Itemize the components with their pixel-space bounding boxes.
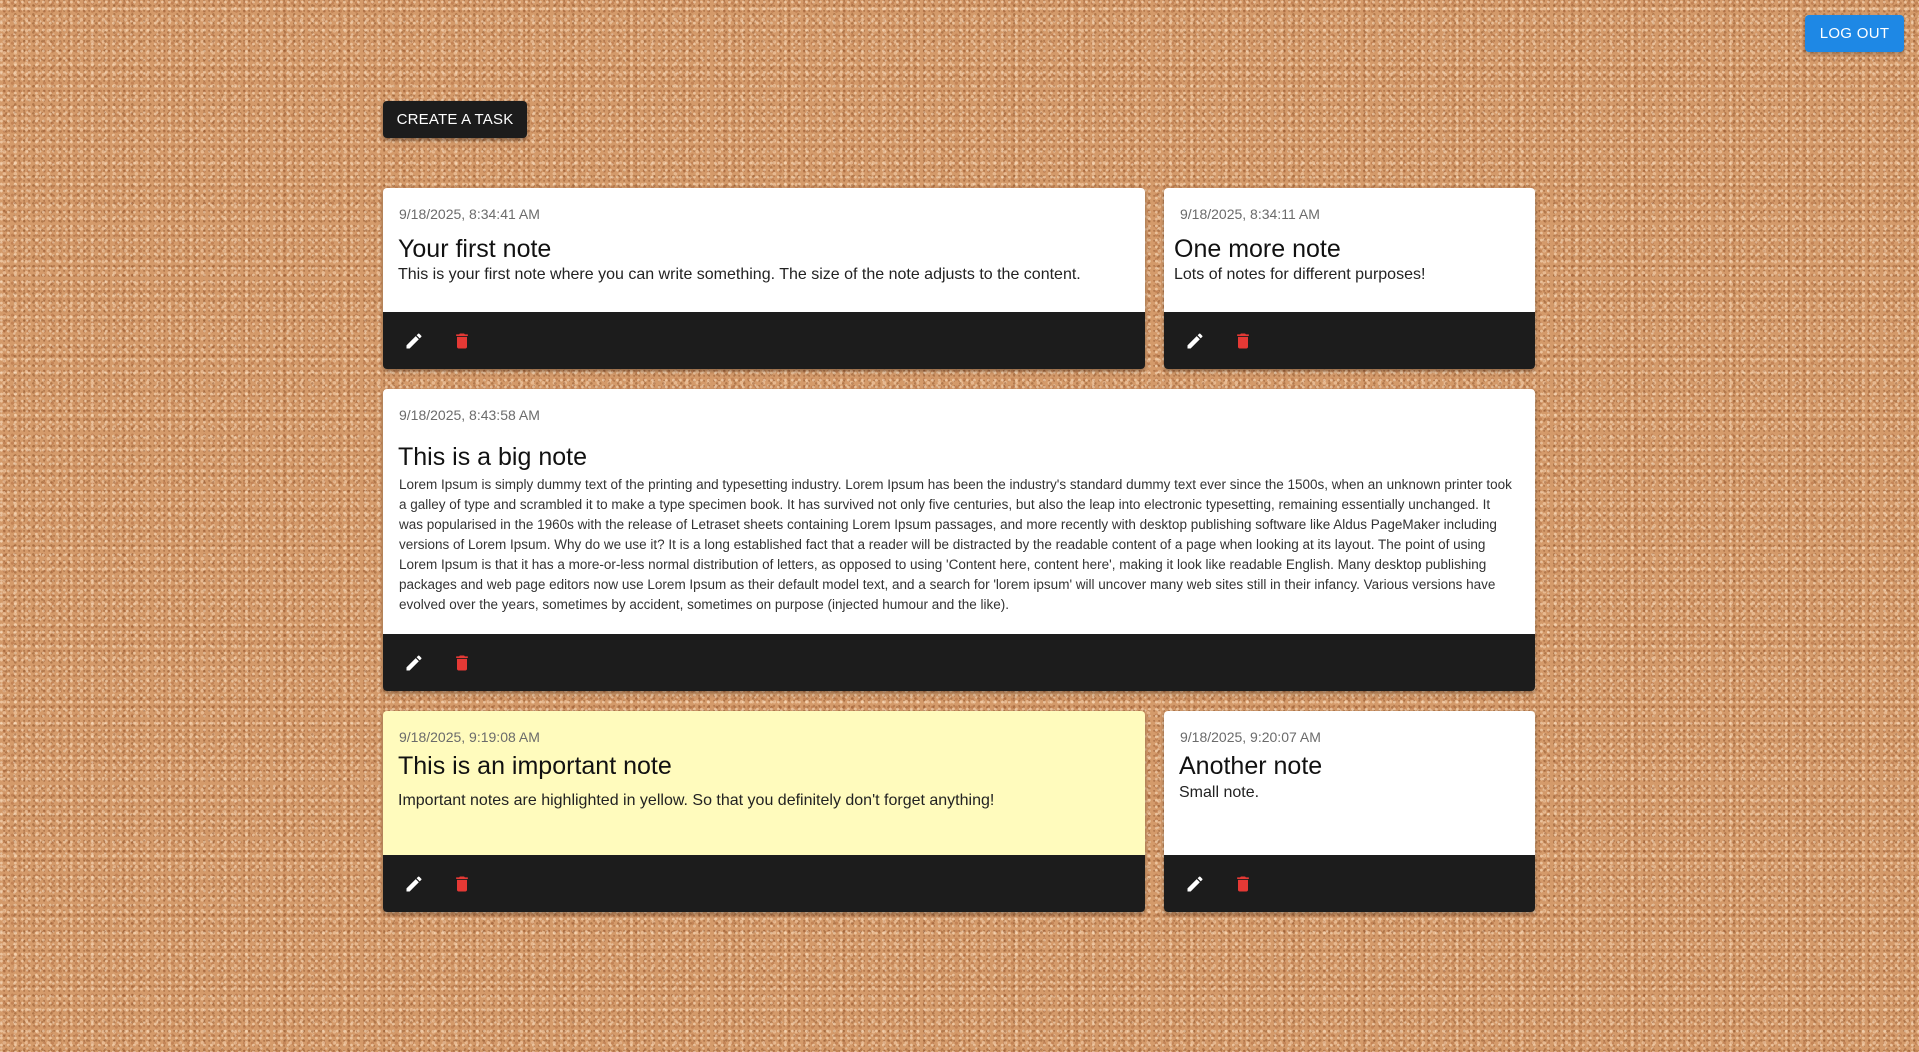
note-card: 9/18/2025, 8:43:58 AM This is a big note… bbox=[383, 389, 1535, 691]
note-body: 9/18/2025, 9:19:08 AM This is an importa… bbox=[383, 711, 1145, 855]
note-text: Lorem Ipsum is simply dummy text of the … bbox=[399, 477, 1512, 612]
note-text: This is your first note where you can wr… bbox=[398, 266, 1081, 283]
pencil-icon[interactable] bbox=[1181, 870, 1209, 898]
trash-icon[interactable] bbox=[448, 327, 476, 355]
note-card-important: 9/18/2025, 9:19:08 AM This is an importa… bbox=[383, 711, 1145, 912]
pencil-icon[interactable] bbox=[400, 327, 428, 355]
note-card: 9/18/2025, 9:20:07 AM Another note Small… bbox=[1164, 711, 1535, 912]
note-title: Your first note bbox=[398, 235, 552, 263]
note-actions-bar bbox=[383, 855, 1145, 912]
note-title: One more note bbox=[1174, 235, 1341, 263]
note-text: Lots of notes for different purposes! bbox=[1174, 266, 1426, 283]
note-date: 9/18/2025, 8:43:58 AM bbox=[399, 407, 540, 423]
note-body: 9/18/2025, 8:34:41 AM Your first note Th… bbox=[383, 188, 1145, 312]
note-body: 9/18/2025, 9:20:07 AM Another note Small… bbox=[1164, 711, 1535, 855]
create-task-button[interactable]: CREATE A TASK bbox=[383, 101, 527, 138]
note-actions-bar bbox=[383, 634, 1535, 691]
trash-icon[interactable] bbox=[448, 870, 476, 898]
note-body: 9/18/2025, 8:34:11 AM One more note Lots… bbox=[1164, 188, 1535, 312]
trash-icon[interactable] bbox=[448, 649, 476, 677]
note-card: 9/18/2025, 8:34:41 AM Your first note Th… bbox=[383, 188, 1145, 369]
note-card: 9/18/2025, 8:34:11 AM One more note Lots… bbox=[1164, 188, 1535, 369]
trash-icon[interactable] bbox=[1229, 870, 1257, 898]
note-text: Important notes are highlighted in yello… bbox=[398, 792, 995, 809]
note-date: 9/18/2025, 9:20:07 AM bbox=[1180, 729, 1321, 745]
trash-icon[interactable] bbox=[1229, 327, 1257, 355]
note-date: 9/18/2025, 8:34:11 AM bbox=[1180, 206, 1320, 222]
note-actions-bar bbox=[383, 312, 1145, 369]
note-title: This is an important note bbox=[398, 752, 672, 780]
pencil-icon[interactable] bbox=[1181, 327, 1209, 355]
pencil-icon[interactable] bbox=[400, 870, 428, 898]
pencil-icon[interactable] bbox=[400, 649, 428, 677]
note-actions-bar bbox=[1164, 312, 1535, 369]
note-title: Another note bbox=[1179, 752, 1323, 780]
note-date: 9/18/2025, 9:19:08 AM bbox=[399, 729, 540, 745]
note-title: This is a big note bbox=[398, 443, 587, 471]
note-date: 9/18/2025, 8:34:41 AM bbox=[399, 206, 540, 222]
logout-button[interactable]: LOG OUT bbox=[1805, 15, 1904, 52]
note-text: Small note. bbox=[1179, 784, 1260, 801]
note-body: 9/18/2025, 8:43:58 AM This is a big note… bbox=[383, 389, 1535, 634]
note-actions-bar bbox=[1164, 855, 1535, 912]
